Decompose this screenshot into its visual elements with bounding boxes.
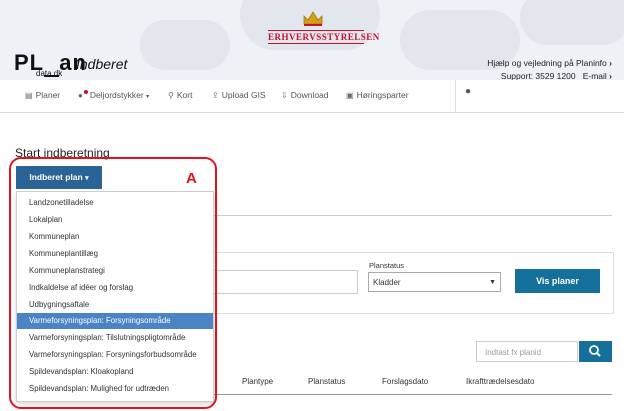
nav-divider xyxy=(455,80,456,112)
map-marker-icon: ⚲ xyxy=(168,91,174,100)
planstatus-select[interactable]: Kladder ▼ xyxy=(368,272,501,292)
column-planstatus[interactable]: Planstatus xyxy=(308,377,345,386)
nav-upload-gis[interactable]: ⇪ Upload GIS xyxy=(212,90,266,100)
vis-planer-button[interactable]: Vis planer xyxy=(515,269,600,293)
nav-horingsparter-label: Høringsparter xyxy=(356,90,409,100)
logo-subtitle: data.dk xyxy=(36,69,63,78)
column-plantype[interactable]: Plantype xyxy=(242,377,273,386)
nav-deljordstykker[interactable]: ● Deljordstykker ▾ xyxy=(78,90,149,100)
table-header-line xyxy=(212,394,612,395)
contacts-icon: ▣ xyxy=(346,91,354,100)
search-button[interactable] xyxy=(579,341,612,362)
chevron-down-icon: ▾ xyxy=(146,94,150,100)
help-area: Hjælp og vejledning på Planinfo › Suppor… xyxy=(487,58,612,80)
notification-dot xyxy=(83,90,88,94)
navbar: ▤ Planer ● Deljordstykker ▾ ⚲ Kort ⇪ Upload … xyxy=(0,80,624,113)
crown-icon xyxy=(303,11,323,26)
nav-deljordstykker-label: Deljordstykker xyxy=(89,90,144,100)
search-input[interactable]: Indtast fx planid xyxy=(476,341,578,362)
upload-icon: ⇪ xyxy=(212,91,219,100)
annotation-highlight xyxy=(9,157,217,409)
nav-kort-label: Kort xyxy=(176,90,193,100)
location-icon: ● xyxy=(78,91,83,100)
nav-kort[interactable]: ⚲ Kort xyxy=(168,90,192,100)
nav-download[interactable]: ⇩ Download xyxy=(281,90,329,100)
page-title: Indberet xyxy=(76,56,128,72)
nav-planer[interactable]: ▤ Planer xyxy=(25,90,60,100)
agency-line-bottom xyxy=(268,43,364,44)
nav-upload-label: Upload GIS xyxy=(221,90,266,100)
column-ikrafttraedelsesdato[interactable]: Ikrafttrædelsesdato xyxy=(466,377,534,386)
header: Erhvervsstyrelsen PL an data.dk Indberet… xyxy=(0,0,624,80)
agency-line-top xyxy=(268,30,364,31)
planstatus-value: Kladder xyxy=(373,278,401,287)
nav-horingsparter[interactable]: ▣ Høringsparter xyxy=(346,90,409,100)
support-phone: Support: 3529 1200 xyxy=(500,71,576,80)
download-icon: ⇩ xyxy=(281,91,288,100)
document-icon: ▤ xyxy=(25,91,33,100)
divider xyxy=(212,215,612,216)
annotation-label: A xyxy=(186,170,197,187)
nav-planer-label: Planer xyxy=(35,90,61,100)
planstatus-label: Planstatus xyxy=(369,261,405,270)
filter-input[interactable] xyxy=(212,270,358,294)
agency-name: Erhvervsstyrelsen xyxy=(268,32,380,42)
select-arrow-icon: ▼ xyxy=(489,279,496,286)
user-icon[interactable]: ● xyxy=(465,86,471,97)
email-link[interactable]: E-mail xyxy=(583,71,607,80)
column-forslagsdato[interactable]: Forslagsdato xyxy=(382,377,428,386)
nav-download-label: Download xyxy=(290,90,329,100)
help-link[interactable]: Hjælp og vejledning på Planinfo xyxy=(487,58,607,68)
search-icon xyxy=(589,345,601,357)
